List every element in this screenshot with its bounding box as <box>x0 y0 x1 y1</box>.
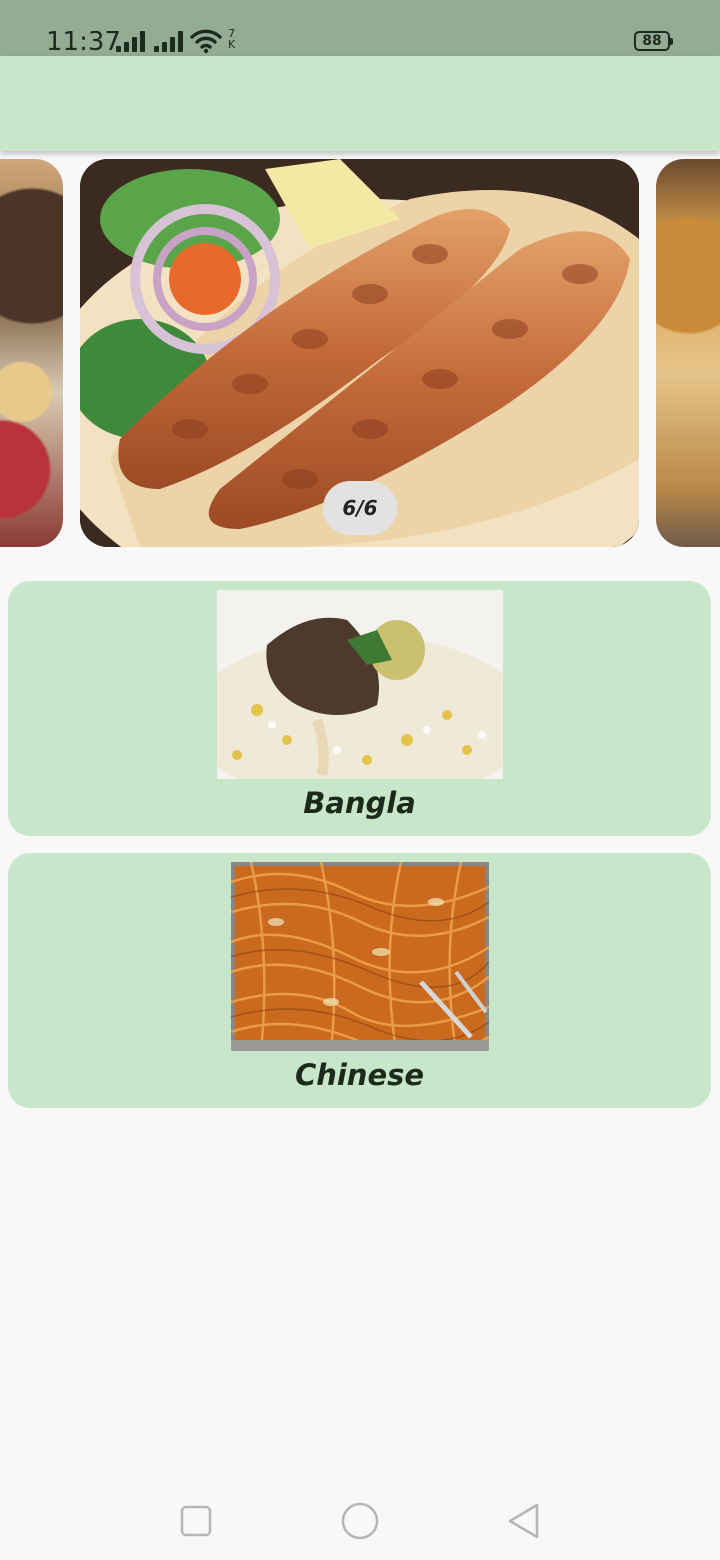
category-title: Chinese <box>294 1058 425 1092</box>
category-card-chinese[interactable]: Chinese <box>8 853 711 1108</box>
system-navigation-bar <box>0 1480 720 1560</box>
chinese-image <box>231 862 489 1051</box>
category-title: Bangla <box>303 786 416 820</box>
home-icon[interactable] <box>340 1501 380 1541</box>
image-carousel[interactable]: 6/6 <box>0 159 720 548</box>
signal-strength-icon-2 <box>154 30 184 52</box>
carousel-slide-previous[interactable] <box>0 159 63 547</box>
category-card-bangla[interactable]: Bangla <box>8 581 711 836</box>
bangla-image <box>217 590 503 779</box>
back-icon[interactable] <box>504 1501 544 1541</box>
wifi-icon <box>190 29 222 54</box>
battery-icon: 88 <box>634 31 673 51</box>
battery-level: 88 <box>642 33 662 49</box>
carousel-page-indicator: 6/6 <box>323 481 397 535</box>
app-bar <box>0 56 720 151</box>
recents-icon[interactable] <box>176 1501 216 1541</box>
carousel-slide-next[interactable] <box>656 159 720 547</box>
network-speed-unit: K <box>228 38 236 51</box>
status-time: 11:37 <box>46 27 121 57</box>
network-speed: 7 K <box>228 28 235 50</box>
status-bar: 11:37 7 K 88 <box>0 0 720 57</box>
signal-strength-icon <box>116 30 146 52</box>
